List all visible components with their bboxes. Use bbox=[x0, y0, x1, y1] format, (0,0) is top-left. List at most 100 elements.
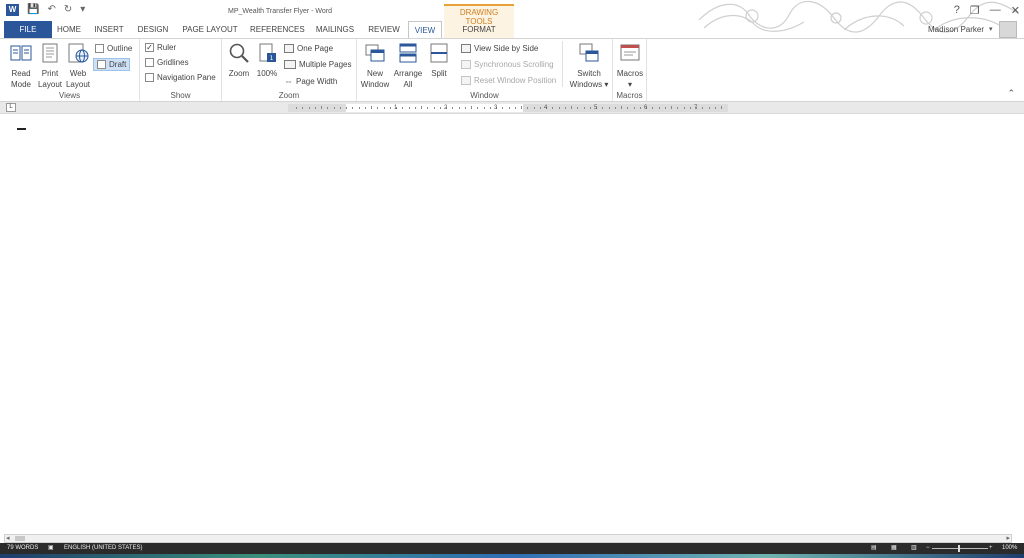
tab-selector-icon[interactable]: L bbox=[6, 103, 16, 112]
user-name[interactable]: Madison Parker bbox=[928, 25, 984, 34]
user-dropdown-icon[interactable]: ▾ bbox=[989, 25, 993, 33]
ruler-tick bbox=[652, 107, 654, 109]
new-window-icon bbox=[365, 44, 385, 62]
ruler-tick bbox=[714, 107, 716, 109]
ruler-tick bbox=[639, 107, 641, 109]
ruler-tick bbox=[427, 107, 429, 109]
macros-button[interactable]: Macros ▾ bbox=[615, 42, 645, 90]
scrollbar-thumb[interactable] bbox=[15, 536, 25, 541]
ruler-tick bbox=[508, 107, 510, 109]
zoom-slider-thumb[interactable] bbox=[958, 545, 960, 552]
ruler-tick bbox=[464, 107, 466, 109]
show-group: ✓ Ruler Gridlines Navigation Pane Show bbox=[140, 39, 222, 101]
tab-view[interactable]: VIEW bbox=[408, 21, 442, 38]
synchronous-scrolling-button[interactable]: Synchronous Scrolling bbox=[461, 60, 554, 69]
tab-format[interactable]: FORMAT bbox=[452, 21, 506, 38]
ruler-tick bbox=[352, 107, 354, 109]
web-layout-button[interactable]: Web Layout bbox=[64, 42, 92, 90]
macros-icon bbox=[620, 44, 640, 61]
minimize-icon[interactable]: — bbox=[990, 4, 1001, 17]
tab-insert[interactable]: INSERT bbox=[92, 21, 126, 38]
gridlines-checkbox[interactable]: Gridlines bbox=[145, 58, 189, 67]
tab-review[interactable]: REVIEW bbox=[367, 21, 401, 38]
tab-file[interactable]: FILE bbox=[4, 21, 52, 38]
ruler-number: 2 bbox=[444, 105, 448, 111]
new-window-button[interactable]: New Window bbox=[359, 42, 391, 90]
horizontal-ruler[interactable]: 1 2 3 4 5 6 7 bbox=[288, 104, 728, 112]
multiple-pages-button[interactable]: Multiple Pages bbox=[284, 60, 351, 69]
ruler-tick bbox=[577, 107, 579, 109]
ruler-tick bbox=[452, 107, 454, 109]
ruler-tick bbox=[483, 107, 485, 109]
ruler-tick bbox=[433, 107, 435, 109]
zoom-100-button[interactable]: 1 100% bbox=[253, 42, 281, 79]
help-icon[interactable]: ? bbox=[954, 4, 960, 17]
switch-windows-dropdown-icon: ▾ bbox=[604, 80, 609, 89]
zoom-out-icon[interactable]: − bbox=[926, 543, 930, 554]
desktop-background-strip bbox=[0, 554, 1024, 558]
view-side-by-side-button[interactable]: View Side by Side bbox=[461, 44, 538, 53]
ruler-tick bbox=[408, 107, 410, 109]
ruler-tick bbox=[589, 107, 591, 109]
ruler-checkbox[interactable]: ✓ Ruler bbox=[145, 43, 176, 52]
print-layout-button[interactable]: Print Layout bbox=[36, 42, 64, 90]
views-group: Read Mode Print Layout Web Layout Outline D… bbox=[0, 39, 140, 101]
print-layout-view-icon[interactable]: ▦ bbox=[891, 543, 897, 554]
switch-windows-button[interactable]: Switch Windows ▾ bbox=[567, 42, 611, 90]
page-width-button[interactable]: ⇔ Page Width bbox=[284, 76, 337, 86]
read-mode-icon bbox=[10, 45, 32, 61]
proofing-icon[interactable]: ▣ bbox=[48, 543, 54, 554]
ruler-tick bbox=[614, 107, 616, 109]
draft-button[interactable]: Draft bbox=[93, 58, 131, 71]
ruler-tick bbox=[564, 107, 566, 109]
page-width-icon: ⇔ bbox=[284, 76, 293, 86]
ruler-tick bbox=[346, 107, 347, 109]
web-layout-view-icon[interactable]: ▥ bbox=[911, 543, 917, 554]
outline-button[interactable]: Outline bbox=[95, 44, 132, 53]
zoom-button[interactable]: Zoom bbox=[225, 42, 253, 79]
read-mode-button[interactable]: Read Mode bbox=[6, 42, 36, 90]
close-icon[interactable]: ✕ bbox=[1011, 4, 1020, 17]
tab-design[interactable]: DESIGN bbox=[136, 21, 170, 38]
ruler-tick bbox=[296, 107, 297, 109]
tab-page-layout[interactable]: PAGE LAYOUT bbox=[181, 21, 239, 38]
split-button[interactable]: Split bbox=[425, 42, 453, 79]
arrange-all-button[interactable]: Arrange All bbox=[391, 42, 425, 90]
ruler-tick bbox=[389, 107, 391, 109]
navigation-pane-checkbox[interactable]: Navigation Pane bbox=[145, 73, 216, 82]
horizontal-scrollbar[interactable]: ◂ ▸ bbox=[4, 534, 1012, 543]
scroll-right-icon[interactable]: ▸ bbox=[1006, 534, 1010, 543]
language-indicator[interactable]: ENGLISH (UNITED STATES) bbox=[64, 543, 142, 554]
outline-icon bbox=[95, 44, 104, 53]
tab-mailings[interactable]: MAILINGS bbox=[313, 21, 357, 38]
zoom-slider[interactable] bbox=[932, 548, 988, 549]
text-caret bbox=[17, 128, 26, 130]
tab-references[interactable]: REFERENCES bbox=[250, 21, 305, 38]
zoom-in-icon[interactable]: + bbox=[989, 543, 993, 554]
svg-text:1: 1 bbox=[270, 55, 274, 62]
ruler-tick bbox=[677, 107, 679, 109]
zoom-group-label: Zoom bbox=[278, 91, 300, 100]
web-layout-icon bbox=[68, 43, 89, 63]
gridlines-check-icon bbox=[145, 58, 154, 67]
ruler-tick bbox=[314, 107, 316, 109]
ruler-tick bbox=[383, 107, 385, 109]
document-area[interactable] bbox=[0, 115, 1024, 533]
ruler-tick bbox=[521, 106, 522, 109]
ruler-tick bbox=[471, 106, 472, 109]
one-page-button[interactable]: One Page bbox=[284, 44, 333, 53]
ruler-tick bbox=[439, 107, 441, 109]
zoom-level[interactable]: 100% bbox=[1002, 543, 1017, 554]
split-icon bbox=[430, 43, 448, 63]
word-count[interactable]: 79 WORDS bbox=[7, 543, 38, 554]
restore-icon[interactable]: ❐ bbox=[970, 4, 980, 17]
avatar[interactable] bbox=[999, 21, 1017, 38]
reset-window-position-button[interactable]: Reset Window Position bbox=[461, 76, 556, 85]
ribbon: Read Mode Print Layout Web Layout Outline D… bbox=[0, 38, 1024, 102]
collapse-ribbon-icon[interactable]: ⌃ bbox=[1007, 88, 1015, 99]
ruler-tick bbox=[571, 106, 572, 109]
scroll-left-icon[interactable]: ◂ bbox=[6, 534, 10, 543]
tab-home[interactable]: HOME bbox=[55, 21, 83, 38]
magnifier-icon bbox=[229, 43, 249, 63]
read-mode-view-icon[interactable]: ▤ bbox=[871, 543, 877, 554]
